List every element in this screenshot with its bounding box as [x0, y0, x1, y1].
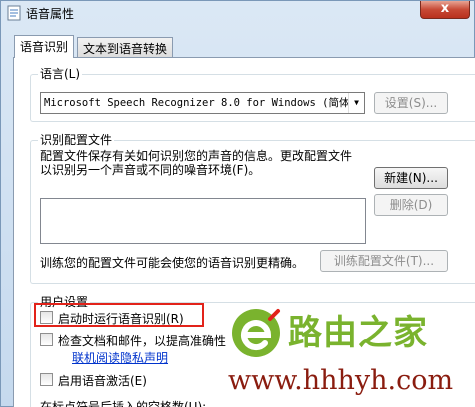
- train-profile-button-label: 训练配置文件(T)...: [333, 254, 435, 268]
- tab-label: 文本到语音转换: [83, 42, 168, 56]
- tab-label: 语音识别: [20, 40, 69, 54]
- settings-button-label: 设置(S)...: [384, 96, 438, 110]
- close-icon: x: [440, 1, 450, 16]
- review-documents-label[interactable]: 检查文档和邮件，以提高准确性: [58, 332, 226, 349]
- recognizer-select-value: Microsoft Speech Recognizer 8.0 for Wind…: [44, 97, 360, 109]
- voice-activation-checkbox[interactable]: [40, 373, 53, 386]
- speech-properties-window: 语音属性 x 语音识别 文本到语音转换 语言(L) Microsoft Spee…: [0, 0, 475, 407]
- router-logo-icon: [232, 309, 280, 357]
- watermark-logo: 路由之家 www.hhhyh.com: [226, 301, 475, 407]
- settings-button[interactable]: 设置(S)...: [374, 92, 448, 114]
- new-profile-button-label: 新建(N)...: [384, 171, 438, 185]
- chevron-down-icon[interactable]: ▼: [348, 93, 364, 113]
- review-documents-checkbox[interactable]: [40, 333, 53, 346]
- highlight-box: [34, 303, 204, 327]
- window-title: 语音属性: [26, 7, 75, 21]
- profile-list[interactable]: [40, 198, 366, 244]
- watermark-brand: 路由之家: [288, 313, 428, 353]
- privacy-statement-link[interactable]: 联机阅读隐私声明: [72, 349, 168, 366]
- spaces-after-punctuation-label: 在标点符号后插入的空格数(U):: [40, 400, 207, 407]
- close-button[interactable]: x: [420, 1, 470, 19]
- speech-app-icon: [7, 5, 21, 21]
- profile-group-label: 识别配置文件: [38, 131, 115, 148]
- tab-speech-recognition[interactable]: 语音识别: [14, 35, 75, 58]
- train-description: 训练您的配置文件可能会使您的语音识别更精确。: [40, 256, 305, 270]
- title-bar[interactable]: 语音属性 x: [1, 1, 474, 25]
- delete-profile-button[interactable]: 删除(D): [374, 194, 448, 216]
- watermark-url: www.hhhyh.com: [228, 365, 454, 396]
- language-group-label: 语言(L): [38, 65, 83, 82]
- voice-activation-label[interactable]: 启用语音激活(E): [58, 372, 147, 389]
- recognizer-select[interactable]: Microsoft Speech Recognizer 8.0 for Wind…: [40, 92, 365, 114]
- profile-description-line2: 以识别另一个声音或不同的噪音环境(F)。: [40, 163, 261, 177]
- tab-text-to-speech[interactable]: 文本到语音转换: [77, 37, 174, 57]
- train-profile-button[interactable]: 训练配置文件(T)...: [320, 250, 448, 272]
- delete-profile-button-label: 删除(D): [389, 198, 433, 212]
- new-profile-button[interactable]: 新建(N)...: [374, 167, 448, 189]
